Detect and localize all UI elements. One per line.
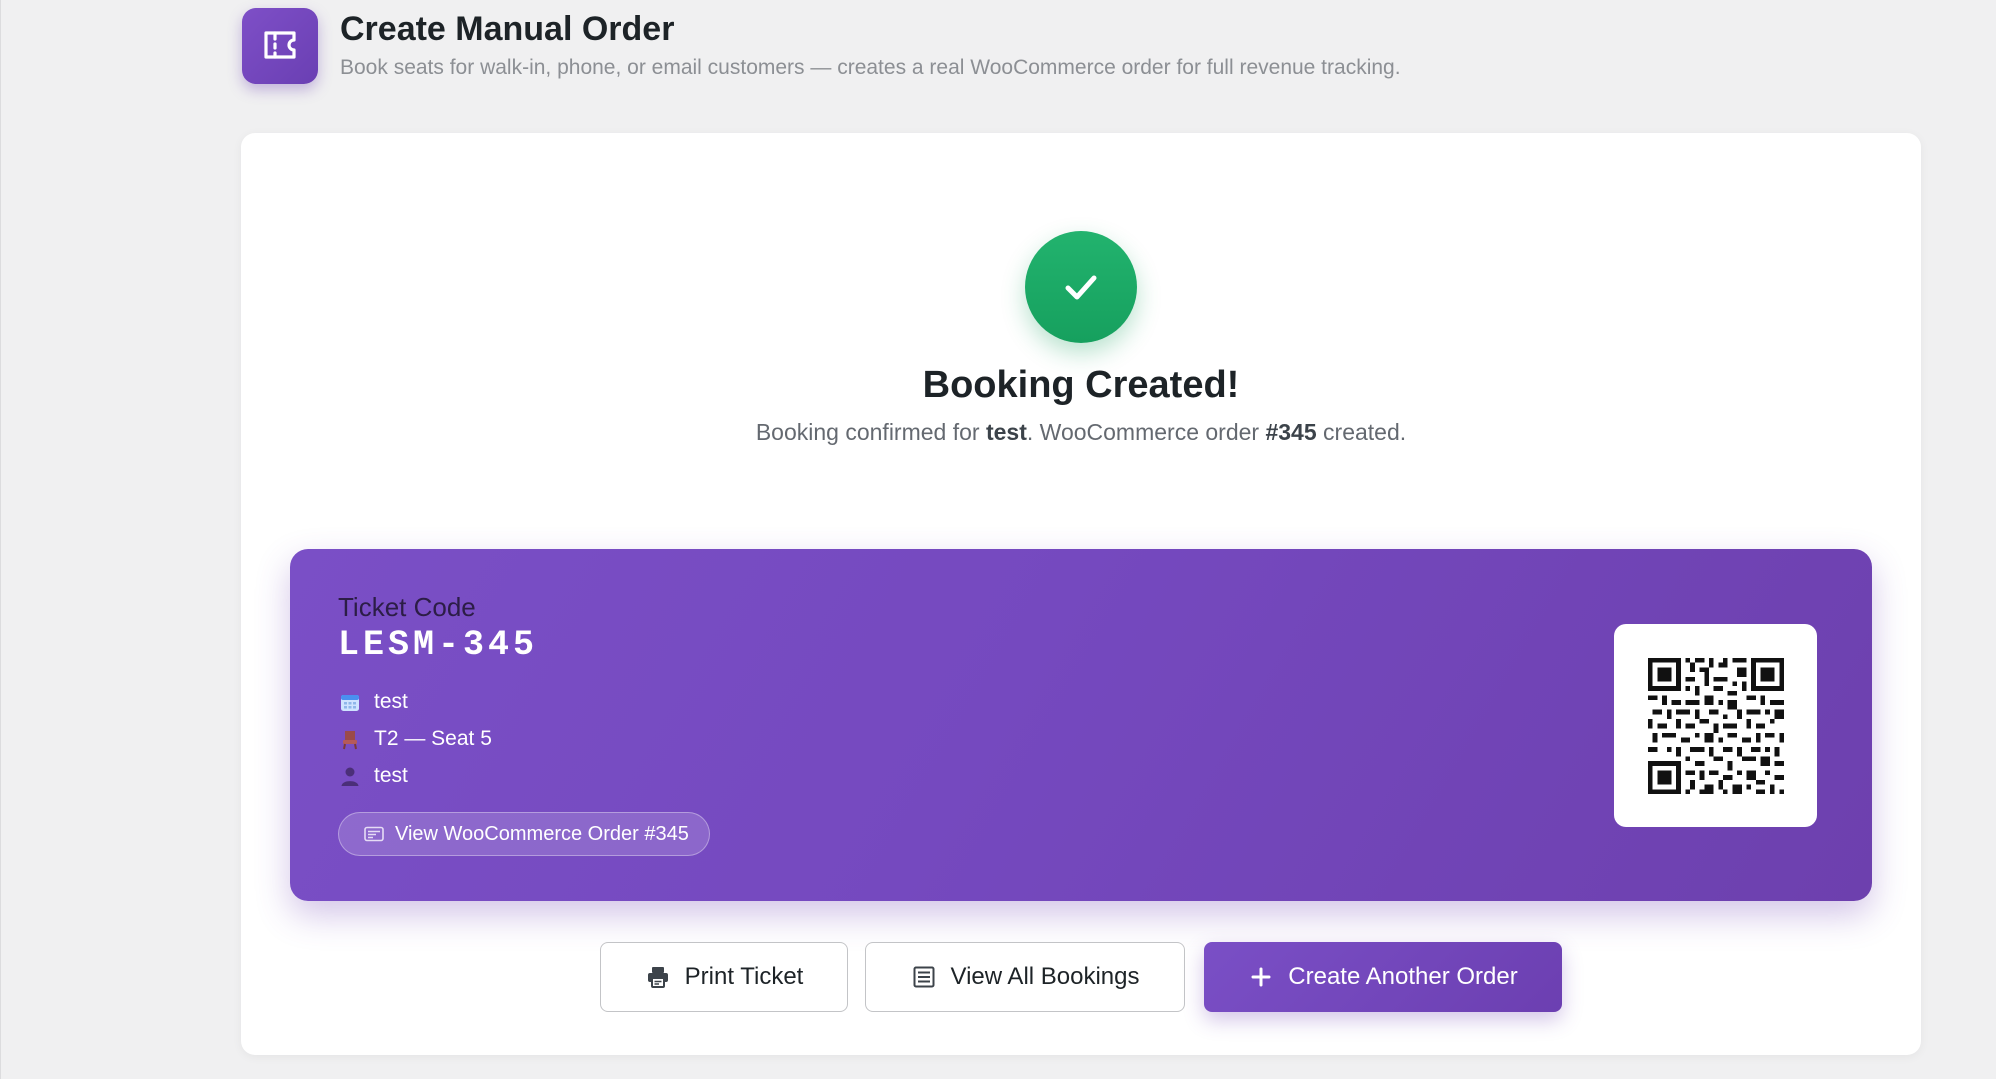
ticket-code-value: LESM-345: [338, 625, 539, 665]
qr-code-icon: [1614, 624, 1817, 827]
checkmark-icon: [1025, 231, 1137, 343]
header-text: Create Manual Order Book seats for walk-…: [340, 8, 1401, 82]
success-message-middle: . WooCommerce order: [1026, 419, 1266, 445]
create-another-order-label: Create Another Order: [1288, 963, 1518, 990]
ticket-panel: Ticket Code LESM-345 test T2 — Seat 5 te…: [290, 549, 1872, 901]
page-title: Create Manual Order: [340, 10, 675, 48]
success-title: Booking Created!: [922, 364, 1240, 406]
ticket-detail-customer: test: [338, 757, 492, 794]
ticket-detail-customer-text: test: [374, 763, 408, 787]
view-all-bookings-button[interactable]: View All Bookings: [865, 942, 1185, 1012]
page-left-border: [0, 0, 1, 1079]
success-message-suffix: created.: [1316, 419, 1407, 445]
view-all-bookings-label: View All Bookings: [950, 963, 1140, 990]
list-icon: [911, 964, 937, 990]
view-woocommerce-order-link[interactable]: View WooCommerce Order #345: [338, 812, 710, 856]
page-header: Create Manual Order Book seats for walk-…: [242, 8, 1401, 84]
seat-icon: [338, 727, 362, 751]
page-subtitle: Book seats for walk-in, phone, or email …: [340, 56, 1401, 79]
ticket-detail-seat-text: T2 — Seat 5: [374, 726, 492, 750]
receipt-icon: [363, 825, 385, 843]
calendar-icon: [338, 690, 362, 714]
action-buttons: Print Ticket View All Bookings Create An…: [241, 942, 1921, 1012]
success-customer-name: test: [985, 419, 1027, 445]
print-ticket-button[interactable]: Print Ticket: [600, 942, 848, 1012]
ticket-detail-event-text: test: [374, 689, 408, 713]
success-message: Booking confirmed for test. WooCommerce …: [241, 416, 1921, 448]
ticket-detail-event: test: [338, 683, 492, 720]
plus-icon: [1248, 964, 1274, 990]
create-another-order-button[interactable]: Create Another Order: [1204, 942, 1562, 1012]
person-icon: [338, 764, 362, 788]
view-woocommerce-order-label: View WooCommerce Order #345: [395, 822, 689, 845]
printer-icon: [645, 964, 671, 990]
ticket-icon: [242, 8, 318, 84]
success-message-prefix: Booking confirmed for: [755, 419, 986, 445]
success-order-ref: #345: [1265, 419, 1317, 445]
booking-result-card: Booking Created! Booking confirmed for t…: [241, 133, 1921, 1055]
print-ticket-label: Print Ticket: [684, 963, 804, 990]
ticket-detail-seat: T2 — Seat 5: [338, 720, 492, 757]
ticket-details: test T2 — Seat 5 test: [338, 683, 492, 794]
ticket-code-label: Ticket Code: [338, 592, 476, 622]
